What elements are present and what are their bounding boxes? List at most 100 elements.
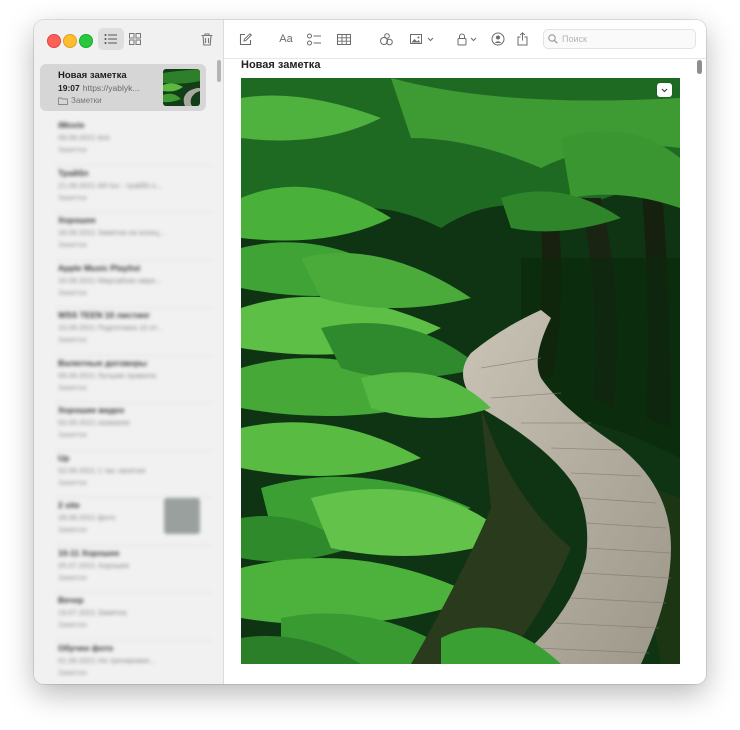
collaborate-add-icon [491,32,505,46]
list-item[interactable]: iMovie 09.09.2021 test Заметки [34,118,223,166]
format-button[interactable]: Aa [275,30,297,48]
note-title: Обучен фото [58,642,114,653]
note-meta: 19.07.2021 Заметка [58,608,127,617]
note-folder-label: Заметки [58,192,87,202]
toolbar: Aa [224,20,706,59]
sidebar-scrollbar[interactable] [217,60,221,82]
note-meta: 01.06.2021 На тренировке... [58,655,156,665]
grid-icon [129,33,141,45]
list-item[interactable]: 2 site 28.08.2021 фото Заметки [34,498,223,546]
note-thumbnail [164,498,200,534]
note-meta: 15.09.2021 Подготовка 10 от... [58,323,163,332]
compose-icon [239,32,252,45]
note-folder-label: Заметки [58,477,87,487]
list-item[interactable]: Обучен фото 01.06.2021 На тренировке... … [34,641,223,685]
list-item[interactable]: Хорошее 18.09.2021 Заметка на конец... З… [34,213,223,261]
table-icon [337,33,351,45]
notes-window: Новая заметка 19:07 https://yablyk... Зам… [34,20,706,684]
chevron-down-icon [661,88,668,92]
note-item-selected[interactable]: Новая заметка 19:07 https://yablyk... Зам… [40,64,206,111]
note-folder-label: Заметки [71,96,102,105]
delete-note-button[interactable] [194,28,220,50]
lock-button[interactable] [454,30,480,48]
note-meta: 09.09.2021 test [58,133,110,142]
note-folder-label: Заметки [58,525,87,534]
note-editor: Aa Поиск Новая заметка [224,20,706,684]
note-title: 2 site [58,500,80,510]
note-title: Валютные договоры [58,357,147,368]
editor-scrollbar[interactable] [697,60,702,74]
zoom-window-button[interactable] [79,34,93,48]
list-item[interactable]: 10-11 Хорошее 25.07.2021 Хорошее Заметки [34,546,223,594]
search-icon [548,34,558,44]
close-window-button[interactable] [47,34,61,48]
list-item[interactable]: Хорошие видео 03.09.2021 название Заметк… [34,403,223,451]
checklist-button[interactable] [305,30,323,48]
note-title: Apple Music Playlist [58,262,141,273]
chevron-down-icon [427,37,434,41]
note-title: WSS TEEN 10 листинг [58,310,150,320]
share-button[interactable] [513,30,531,48]
note-folder-label: Заметки [58,335,87,344]
list-view-button[interactable] [98,28,124,50]
note-meta: 03.09.2021 название [58,418,130,427]
media-button[interactable] [408,30,436,48]
note-folder-label: Заметки [58,572,87,582]
collaborate-button[interactable] [377,30,395,48]
collaborate-icon [379,32,393,45]
lock-icon [457,33,467,45]
note-title: iMovie [58,120,85,130]
note-meta: 28.08.2021 фото [58,513,116,522]
minimize-window-button[interactable] [63,34,77,48]
note-meta: 18.09.2021 Заметка на конец... [58,228,166,237]
image-options-button[interactable] [657,83,672,97]
note-folder-label: Заметки [58,287,87,297]
new-note-button[interactable] [236,30,254,48]
share-icon [517,32,527,46]
note-title: Up [58,452,70,463]
note-meta: 02.09.2021 1 час занятия [58,465,146,475]
search-field[interactable] [543,29,696,49]
table-button[interactable] [335,30,353,48]
note-meta: 16.09.2021 Мирсайхан аври... [58,275,162,285]
note-meta: 21.09.2021 AR lux - трайбл к... [58,180,162,190]
note-title: Хорошие видео [58,405,125,415]
note-title: Новая заметка [58,70,127,81]
trash-icon [201,32,213,46]
photo-icon [410,34,422,44]
note-folder-label: Заметки [58,382,87,392]
note-meta: 09.09.2021 Лучшие правила [58,370,156,380]
note-meta: 19:07 https://yablyk... [58,83,139,93]
list-item[interactable]: Apple Music Playlist 16.09.2021 Мирсайха… [34,261,223,309]
list-item[interactable]: Трайбл 21.09.2021 AR lux - трайбл к... З… [34,166,223,214]
note-meta: 25.07.2021 Хорошее [58,560,130,570]
note-folder: Заметки [58,96,102,105]
chevron-down-icon [470,37,477,41]
notes-sidebar: Новая заметка 19:07 https://yablyk... Зам… [34,20,224,684]
search-input[interactable] [562,34,682,44]
note-folder-label: Заметки [58,145,87,154]
note-folder-label: Заметки [58,620,87,629]
gallery-view-button[interactable] [122,28,148,50]
note-title: 10-11 Хорошее [58,547,120,558]
note-folder-label: Заметки [58,240,87,249]
note-heading: Новая заметка [241,59,321,71]
list-item[interactable]: Вечер 19.07.2021 Заметка Заметки [34,593,223,641]
list-item[interactable]: WSS TEEN 10 листинг 15.09.2021 Подготовк… [34,308,223,356]
folder-icon [58,97,68,105]
notes-list: iMovie 09.09.2021 test Заметки Трайбл 21… [34,118,223,684]
note-folder-label: Заметки [58,430,87,439]
note-title: Трайбл [58,167,89,178]
note-image[interactable] [241,78,680,664]
note-title: Хорошее [58,215,96,225]
note-title: Вечер [58,595,84,605]
note-folder-label: Заметки [58,667,87,677]
list-item[interactable]: Валютные договоры 09.09.2021 Лучшие прав… [34,356,223,404]
note-thumbnail [163,69,200,106]
note-time: 19:07 [58,83,80,93]
add-people-button[interactable] [489,30,507,48]
list-icon [104,34,117,44]
list-item[interactable]: Up 02.09.2021 1 час занятия Заметки [34,451,223,499]
checklist-icon [306,33,321,45]
note-preview: https://yablyk... [82,83,140,93]
